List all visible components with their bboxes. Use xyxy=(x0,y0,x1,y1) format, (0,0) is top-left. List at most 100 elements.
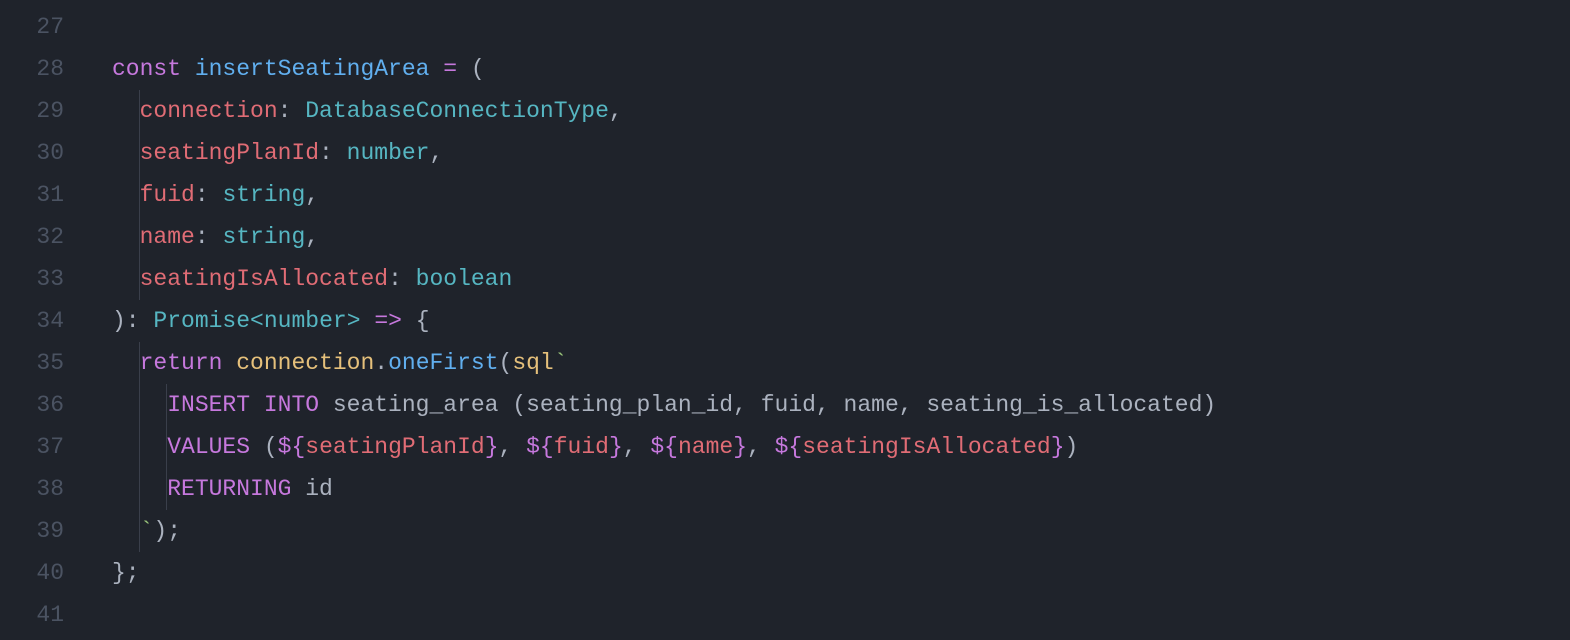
code-token: ( xyxy=(499,350,513,376)
line-number: 37 xyxy=(0,426,88,468)
code-line[interactable]: 36 INSERT INTO seating_area (seating_pla… xyxy=(0,384,1570,426)
code-line[interactable]: 32 name: string, xyxy=(0,216,1570,258)
code-token: } xyxy=(485,434,499,460)
line-number: 41 xyxy=(0,594,88,636)
code-token: ) xyxy=(1065,434,1079,460)
line-number: 40 xyxy=(0,552,88,594)
indent-guide xyxy=(139,342,140,384)
code-line[interactable]: 41 xyxy=(0,594,1570,636)
code-token: seatingIsAllocated xyxy=(802,434,1050,460)
code-token: connection xyxy=(236,350,374,376)
code-token xyxy=(361,308,375,334)
code-token: fuid xyxy=(140,182,195,208)
code-content[interactable]: name: string, xyxy=(88,216,319,258)
code-token xyxy=(112,98,140,124)
code-token xyxy=(112,140,140,166)
code-content[interactable]: const insertSeatingArea = ( xyxy=(88,48,485,90)
line-number: 28 xyxy=(0,48,88,90)
code-content[interactable]: `); xyxy=(88,510,181,552)
code-content[interactable]: fuid: string, xyxy=(88,174,319,216)
indent-guide xyxy=(139,132,140,174)
code-line[interactable]: 28const insertSeatingArea = ( xyxy=(0,48,1570,90)
code-token: ); xyxy=(153,518,181,544)
code-content[interactable]: connection: DatabaseConnectionType, xyxy=(88,90,623,132)
code-line[interactable]: 35 return connection.oneFirst(sql` xyxy=(0,342,1570,384)
code-content[interactable]: ): Promise<number> => { xyxy=(88,300,430,342)
code-content[interactable]: seatingPlanId: number, xyxy=(88,132,443,174)
code-token xyxy=(181,56,195,82)
code-token: , xyxy=(499,434,527,460)
indent-guide xyxy=(139,426,140,468)
line-number: 27 xyxy=(0,6,88,48)
code-token: ): xyxy=(112,308,153,334)
code-token: }; xyxy=(112,560,140,586)
code-content[interactable]: VALUES (${seatingPlanId}, ${fuid}, ${nam… xyxy=(88,426,1078,468)
code-content[interactable]: INSERT INTO seating_area (seating_plan_i… xyxy=(88,384,1216,426)
code-token: const xyxy=(112,56,181,82)
code-token: ` xyxy=(554,350,568,376)
code-token: , xyxy=(623,434,651,460)
code-token: ( xyxy=(250,434,278,460)
line-number: 34 xyxy=(0,300,88,342)
code-token xyxy=(112,350,140,376)
code-line[interactable]: 40}; xyxy=(0,552,1570,594)
code-token: DatabaseConnectionType xyxy=(305,98,609,124)
code-token: } xyxy=(733,434,747,460)
code-token: number xyxy=(264,308,347,334)
indent-guide xyxy=(166,468,167,510)
code-token: return xyxy=(140,350,223,376)
code-token xyxy=(222,350,236,376)
code-line[interactable]: 39 `); xyxy=(0,510,1570,552)
code-token: , xyxy=(305,224,319,250)
code-token: INSERT INTO xyxy=(167,392,319,418)
code-token xyxy=(112,182,140,208)
code-token: seating_area (seating_plan_id, fuid, nam… xyxy=(319,392,1216,418)
code-token: string xyxy=(222,224,305,250)
code-token: sql xyxy=(512,350,553,376)
code-content[interactable]: seatingIsAllocated: boolean xyxy=(88,258,512,300)
code-token xyxy=(429,56,443,82)
code-editor[interactable]: 2728const insertSeatingArea = (29 connec… xyxy=(0,0,1570,636)
code-token: number xyxy=(347,140,430,166)
code-content[interactable]: }; xyxy=(88,552,140,594)
code-line[interactable]: 29 connection: DatabaseConnectionType, xyxy=(0,90,1570,132)
code-token: insertSeatingArea xyxy=(195,56,430,82)
code-token: ${ xyxy=(526,434,554,460)
code-token xyxy=(112,224,140,250)
code-token xyxy=(112,518,140,544)
code-line[interactable]: 30 seatingPlanId: number, xyxy=(0,132,1570,174)
code-token: seatingPlanId xyxy=(305,434,484,460)
code-token: } xyxy=(609,434,623,460)
indent-guide xyxy=(139,216,140,258)
indent-guide xyxy=(166,384,167,426)
code-line[interactable]: 33 seatingIsAllocated: boolean xyxy=(0,258,1570,300)
indent-guide xyxy=(166,426,167,468)
code-token: connection xyxy=(140,98,278,124)
code-content[interactable]: RETURNING id xyxy=(88,468,333,510)
code-content[interactable]: return connection.oneFirst(sql` xyxy=(88,342,568,384)
code-line[interactable]: 38 RETURNING id xyxy=(0,468,1570,510)
indent-guide xyxy=(139,384,140,426)
indent-guide xyxy=(139,90,140,132)
code-line[interactable]: 27 xyxy=(0,6,1570,48)
code-line[interactable]: 37 VALUES (${seatingPlanId}, ${fuid}, ${… xyxy=(0,426,1570,468)
code-token: ( xyxy=(457,56,485,82)
code-token: RETURNING xyxy=(167,476,291,502)
indent-guide xyxy=(139,510,140,552)
indent-guide xyxy=(139,174,140,216)
code-line[interactable]: 34): Promise<number> => { xyxy=(0,300,1570,342)
line-number: 33 xyxy=(0,258,88,300)
code-token: ${ xyxy=(278,434,306,460)
code-token: VALUES xyxy=(167,434,250,460)
code-token: ${ xyxy=(650,434,678,460)
line-number: 36 xyxy=(0,384,88,426)
code-token: ` xyxy=(140,518,154,544)
code-token: < xyxy=(250,308,264,334)
code-token: , xyxy=(429,140,443,166)
code-token: seatingPlanId xyxy=(140,140,319,166)
code-token: . xyxy=(374,350,388,376)
code-line[interactable]: 31 fuid: string, xyxy=(0,174,1570,216)
indent-guide xyxy=(139,258,140,300)
line-number: 30 xyxy=(0,132,88,174)
code-token: : xyxy=(319,140,347,166)
